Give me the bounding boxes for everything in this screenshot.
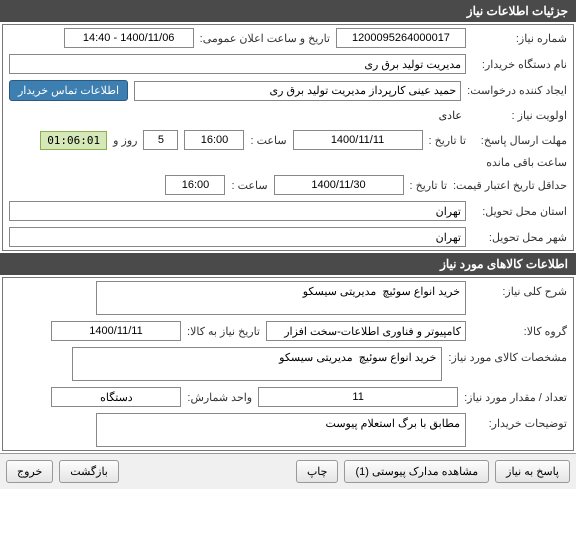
buyer-notes-label: توضیحات خریدار: <box>472 413 567 430</box>
price-validity-label: حداقل تاریخ اعتبار قیمت: <box>453 179 567 192</box>
requester-label: ایجاد کننده درخواست: <box>467 84 567 97</box>
qty-field[interactable] <box>258 387 458 407</box>
deadline-send-label: مهلت ارسال پاسخ: <box>472 134 567 147</box>
days-field[interactable] <box>143 130 178 150</box>
toolbar-spacer <box>125 460 290 483</box>
group-label: گروه کالا: <box>472 325 567 338</box>
footer-toolbar: پاسخ به نیاز مشاهده مدارک پیوستی (1) چاپ… <box>0 453 576 489</box>
buyer-org-field[interactable] <box>9 54 466 74</box>
days-and-label: روز و <box>113 134 137 147</box>
time-label-2: ساعت : <box>231 179 267 192</box>
price-validity-date-field[interactable] <box>274 175 404 195</box>
desc-label: شرح کلی نیاز: <box>472 281 567 298</box>
reply-button[interactable]: پاسخ به نیاز <box>495 460 570 483</box>
delivery-city-label: شهر محل تحویل: <box>472 231 567 244</box>
need-date-label: تاریخ نیاز به کالا: <box>187 325 260 338</box>
attachments-button[interactable]: مشاهده مدارک پیوستی (1) <box>344 460 489 483</box>
group-field[interactable] <box>266 321 466 341</box>
price-validity-time-field[interactable] <box>165 175 225 195</box>
deadline-time-field[interactable] <box>184 130 244 150</box>
qty-label: تعداد / مقدار مورد نیاز: <box>464 391 567 404</box>
time-label-1: ساعت : <box>250 134 286 147</box>
details-section: شماره نیاز: تاریخ و ساعت اعلان عمومی: نا… <box>2 24 574 251</box>
back-button[interactable]: بازگشت <box>59 460 119 483</box>
buyer-notes-field[interactable] <box>96 413 466 447</box>
delivery-province-field[interactable] <box>9 201 466 221</box>
need-number-field[interactable] <box>336 28 466 48</box>
desc-field[interactable] <box>96 281 466 315</box>
to-date-label-2: تا تاریخ : <box>410 179 447 192</box>
to-date-label-1: تا تاریخ : <box>429 134 466 147</box>
buyer-org-label: نام دستگاه خریدار: <box>472 58 567 71</box>
unit-field[interactable] <box>51 387 181 407</box>
unit-label: واحد شمارش: <box>187 391 252 404</box>
spec-label: مشخصات کالای مورد نیاز: <box>448 347 567 364</box>
priority-value: عادی <box>435 107 466 124</box>
remaining-label: ساعت باقی مانده <box>486 156 567 169</box>
delivery-city-field[interactable] <box>9 227 466 247</box>
print-button[interactable]: چاپ <box>296 460 339 483</box>
goods-header: اطلاعات کالاهای مورد نیاز <box>0 253 576 275</box>
need-date-field[interactable] <box>51 321 181 341</box>
details-header: جزئیات اطلاعات نیاز <box>0 0 576 22</box>
requester-field[interactable] <box>134 81 461 101</box>
priority-label: اولویت نیاز : <box>472 109 567 122</box>
exit-button[interactable]: خروج <box>6 460 53 483</box>
countdown-timer: 01:06:01 <box>40 131 107 150</box>
need-number-label: شماره نیاز: <box>472 32 567 45</box>
delivery-province-label: استان محل تحویل: <box>472 205 567 218</box>
spec-field[interactable] <box>72 347 442 381</box>
goods-section: شرح کلی نیاز: گروه کالا: تاریخ نیاز به ک… <box>2 277 574 451</box>
public-date-label: تاریخ و ساعت اعلان عمومی: <box>200 32 330 45</box>
public-date-field[interactable] <box>64 28 194 48</box>
deadline-date-field[interactable] <box>293 130 423 150</box>
contact-button[interactable]: اطلاعات تماس خریدار <box>9 80 128 101</box>
